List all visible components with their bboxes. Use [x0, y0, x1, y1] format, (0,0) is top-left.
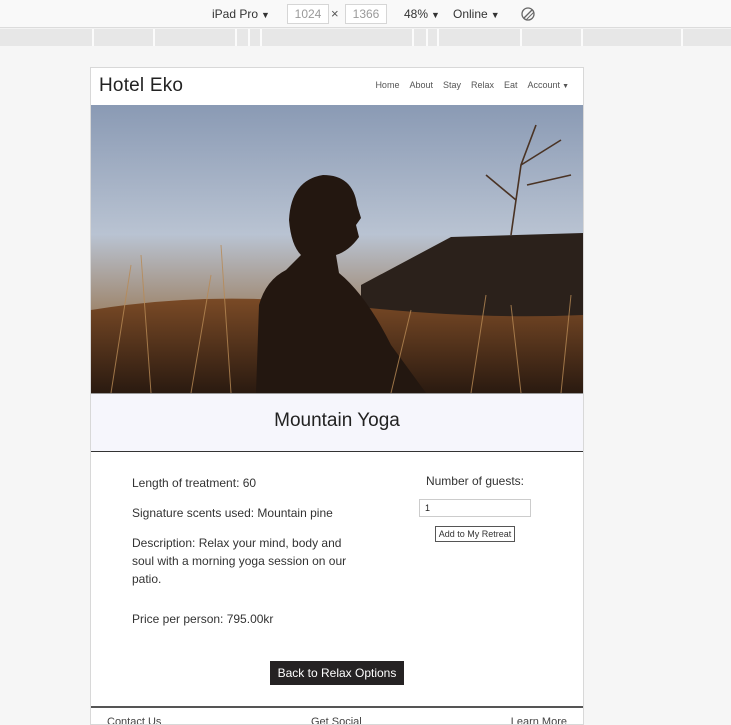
device-select[interactable]: iPad Pro ▼ [212, 6, 270, 23]
treatment-details: Length of treatment: 60 Signature scents… [132, 474, 362, 640]
caret-down-icon: ▼ [490, 10, 500, 20]
ruler-divider [681, 29, 683, 46]
guests-input[interactable]: 1 [419, 499, 531, 517]
nav-account-label: Account [527, 80, 561, 90]
device-name: iPad Pro [212, 7, 259, 21]
nav-about[interactable]: About [409, 80, 433, 90]
footer-learn-more-link[interactable]: Learn More [511, 716, 567, 724]
page-title: Mountain Yoga [274, 410, 400, 431]
width-input[interactable]: 1024 [287, 4, 329, 24]
treatment-length: Length of treatment: 60 [132, 476, 257, 490]
ruler-divider [92, 29, 94, 46]
network-throttle-select[interactable]: Online ▼ [453, 6, 500, 23]
nav-eat[interactable]: Eat [504, 80, 518, 90]
emulated-page: Hotel Eko Home About Stay Relax Eat Acco… [90, 67, 584, 725]
treatment-price: Price per person: 795.00kr [132, 612, 274, 626]
ruler-divider [235, 29, 237, 46]
ruler-divider [581, 29, 583, 46]
booking-panel: Number of guests: 1 Add to My Retreat [417, 474, 533, 542]
device-toolbar: iPad Pro ▼ 1024 × 1366 48% ▼ Online ▼ [0, 0, 731, 28]
nav-account[interactable]: Account ▼ [528, 80, 569, 90]
dimension-separator: × [331, 6, 339, 21]
treatment-title-band: Mountain Yoga [91, 393, 583, 452]
rotate-icon[interactable] [520, 6, 536, 22]
hero-image [91, 105, 583, 393]
height-input[interactable]: 1366 [345, 4, 387, 24]
caret-down-icon: ▼ [431, 10, 440, 20]
treatment-scents: Signature scents used: Mountain pine [132, 506, 333, 520]
media-query-bar[interactable] [0, 29, 731, 46]
ruler-divider [412, 29, 414, 46]
footer-social-heading: Get Social [311, 716, 362, 725]
ruler-divider [437, 29, 439, 46]
nav-stay[interactable]: Stay [443, 80, 461, 90]
site-footer: Contact Us Get Social Learn More [91, 706, 583, 725]
nav-relax[interactable]: Relax [471, 80, 494, 90]
zoom-value: 48% [404, 7, 429, 21]
caret-down-icon: ▼ [261, 10, 270, 20]
ruler-divider [426, 29, 428, 46]
ruler-divider [260, 29, 262, 46]
nav-home[interactable]: Home [375, 80, 399, 90]
caret-down-icon: ▼ [562, 83, 569, 90]
ruler-divider [153, 29, 155, 46]
treatment-description: Description: Relax your mind, body and s… [132, 536, 347, 586]
back-to-relax-button[interactable]: Back to Relax Options [270, 661, 404, 685]
footer-contact-link[interactable]: Contact Us [107, 716, 161, 724]
ruler-divider [520, 29, 522, 46]
add-to-retreat-button[interactable]: Add to My Retreat [434, 526, 516, 542]
network-value: Online [453, 7, 488, 21]
guests-label: Number of guests: [425, 474, 525, 488]
site-brand[interactable]: Hotel Eko [99, 75, 183, 97]
site-navbar: Hotel Eko Home About Stay Relax Eat Acco… [91, 68, 583, 105]
nav-links: Home About Stay Relax Eat Account ▼ [375, 80, 569, 90]
zoom-select[interactable]: 48% ▼ [404, 6, 440, 23]
ruler-divider [248, 29, 250, 46]
